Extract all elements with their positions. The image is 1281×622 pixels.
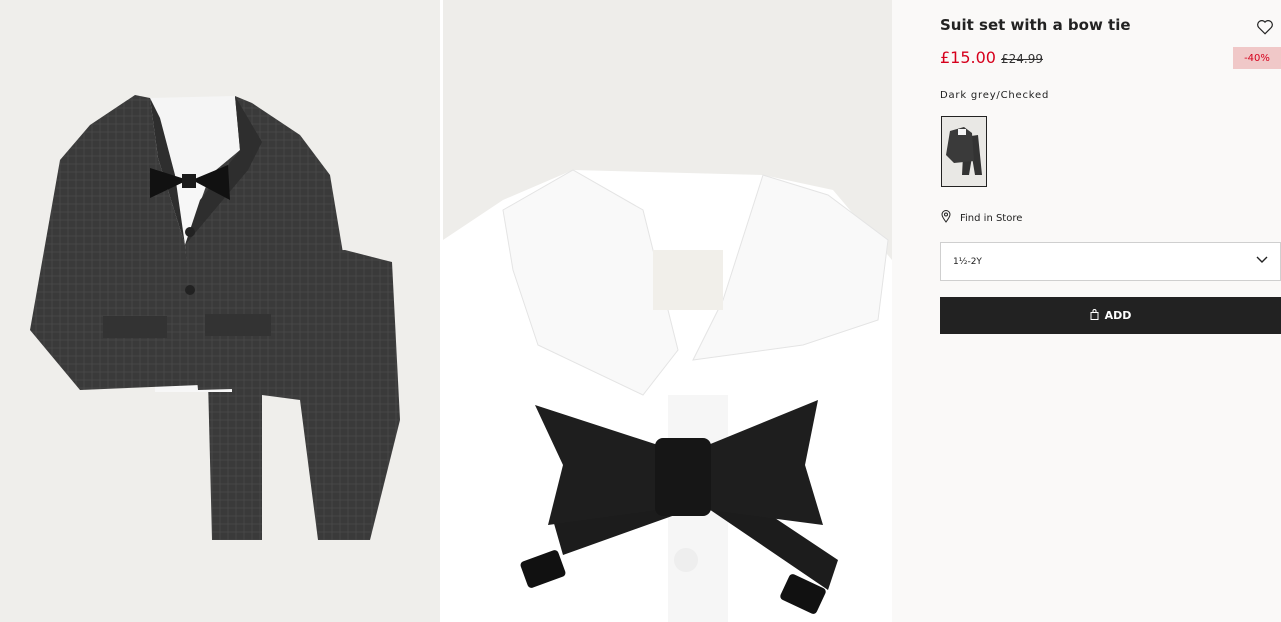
heart-icon[interactable] bbox=[1256, 18, 1274, 36]
product-gallery bbox=[0, 0, 892, 622]
size-select-value: 1½-2Y bbox=[953, 256, 982, 267]
original-price: £24.99 bbox=[1000, 52, 1043, 66]
sale-price: £15.00 bbox=[940, 48, 996, 67]
product-image-suit-set[interactable] bbox=[0, 0, 440, 622]
location-pin-icon bbox=[940, 210, 952, 226]
color-swatch-dark-grey[interactable] bbox=[941, 116, 987, 187]
chevron-down-icon bbox=[1256, 256, 1268, 267]
swatch-thumbnail bbox=[946, 127, 982, 175]
discount-badge: -40% bbox=[1233, 47, 1281, 69]
find-in-store-link[interactable]: Find in Store bbox=[940, 210, 1022, 226]
product-title: Suit set with a bow tie bbox=[940, 16, 1131, 34]
add-to-bag-button[interactable]: ADD bbox=[940, 297, 1281, 334]
product-details-panel: Suit set with a bow tie £15.00 £24.99 -4… bbox=[892, 0, 1281, 622]
price-row: £15.00 £24.99 bbox=[940, 48, 1043, 67]
shopping-bag-icon bbox=[1090, 308, 1099, 323]
add-button-label: ADD bbox=[1104, 309, 1132, 322]
suit-set-illustration bbox=[30, 95, 400, 540]
product-image-bow-tie-closeup[interactable] bbox=[443, 0, 892, 622]
size-select[interactable]: 1½-2Y bbox=[940, 242, 1281, 281]
find-in-store-label: Find in Store bbox=[960, 212, 1023, 224]
bow-tie-closeup-illustration bbox=[443, 169, 892, 622]
color-name: Dark grey/Checked bbox=[940, 90, 1050, 101]
